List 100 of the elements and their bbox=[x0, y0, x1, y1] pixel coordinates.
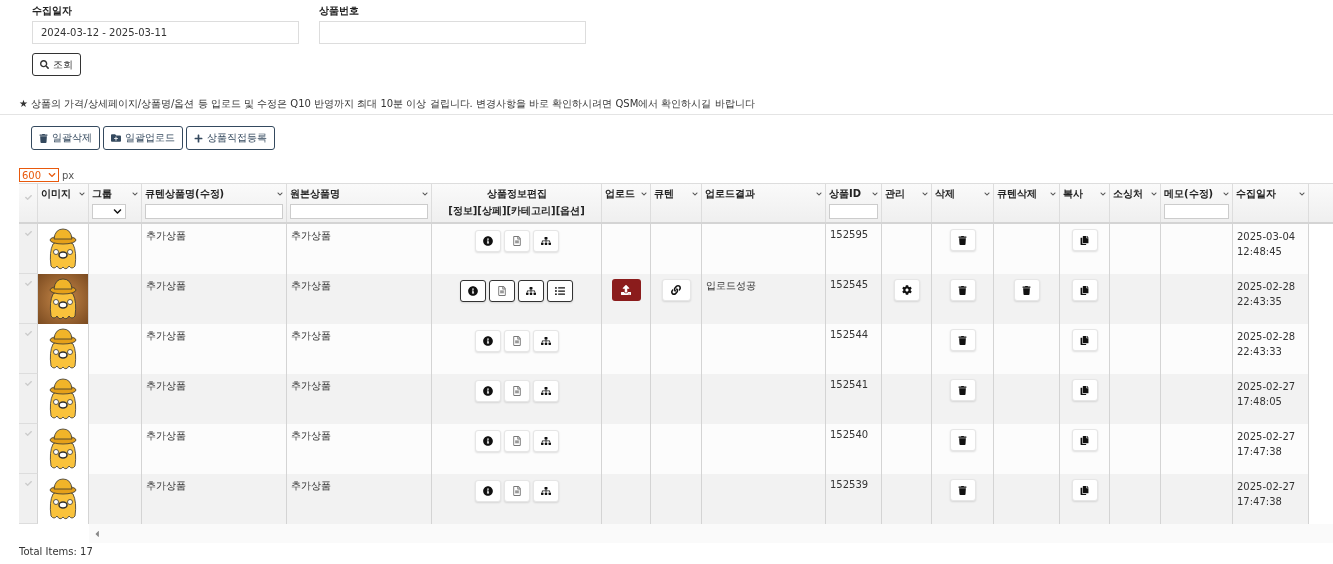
copy-button[interactable] bbox=[1071, 479, 1098, 501]
table-cell: 추가상품 bbox=[291, 379, 331, 393]
column-header[interactable]: 소싱처 bbox=[1113, 187, 1143, 201]
search-button[interactable]: 조회 bbox=[32, 53, 81, 76]
table-cell: 추가상품 bbox=[146, 279, 186, 293]
info-icon bbox=[482, 486, 493, 496]
trash-icon bbox=[958, 435, 967, 445]
action-button[interactable]: 일괄업로드 bbox=[103, 126, 183, 150]
plus-icon bbox=[194, 133, 203, 143]
column-header[interactable]: 이미지 bbox=[41, 187, 71, 201]
row-checkbox[interactable] bbox=[19, 424, 38, 474]
check-icon bbox=[24, 380, 32, 387]
edit-button[interactable] bbox=[547, 280, 573, 302]
copy-icon bbox=[1080, 485, 1089, 495]
table-cell: 152539 bbox=[830, 479, 869, 490]
table-cell: 추가상품 bbox=[146, 479, 186, 493]
column-header[interactable]: 큐텐상품명(수정) bbox=[145, 187, 225, 201]
copy-icon bbox=[1080, 285, 1089, 295]
column-header[interactable]: 원본상품명 bbox=[290, 187, 340, 201]
document-icon bbox=[511, 436, 522, 446]
table-cell-text: 2025-02-28 22:43:35 bbox=[1237, 280, 1297, 309]
column-header[interactable]: 수집일자 bbox=[1236, 187, 1276, 201]
filter-field[interactable] bbox=[290, 204, 428, 219]
copy-button[interactable] bbox=[1071, 229, 1098, 251]
document-icon bbox=[511, 486, 522, 496]
column-subheader: [정보][상페][카테고리][옵션] bbox=[448, 204, 585, 218]
field-label: 수집일자 bbox=[32, 4, 73, 18]
column-header[interactable]: 관리 bbox=[885, 187, 905, 201]
delete-button[interactable] bbox=[949, 229, 976, 251]
document-icon bbox=[511, 236, 522, 246]
chevron-down-icon[interactable] bbox=[1299, 191, 1305, 197]
row-checkbox[interactable] bbox=[19, 224, 38, 274]
scrollbar[interactable] bbox=[89, 524, 1333, 543]
action-button[interactable]: 일괄삭제 bbox=[31, 126, 100, 150]
chevron-down-icon[interactable] bbox=[984, 191, 990, 197]
chevron-down-icon[interactable] bbox=[641, 191, 647, 197]
edit-button[interactable] bbox=[518, 280, 544, 302]
column-header[interactable]: 메모(수정) bbox=[1164, 187, 1214, 201]
tree-icon bbox=[540, 386, 551, 396]
chevron-down-icon[interactable] bbox=[692, 191, 698, 197]
filter-select[interactable] bbox=[92, 204, 126, 219]
chevron-down-icon[interactable] bbox=[1151, 191, 1157, 197]
chevron-down-icon[interactable] bbox=[872, 191, 878, 197]
tree-icon bbox=[526, 286, 536, 296]
column-header[interactable]: 그룹 bbox=[92, 187, 112, 201]
upload-button[interactable] bbox=[611, 279, 641, 301]
filter-field[interactable] bbox=[145, 204, 283, 219]
trash-icon bbox=[958, 335, 967, 345]
search-field[interactable] bbox=[319, 21, 586, 44]
link-icon bbox=[671, 285, 681, 295]
chevron-down-icon[interactable] bbox=[816, 191, 822, 197]
row-checkbox[interactable] bbox=[19, 324, 38, 374]
column-header[interactable]: 업로드 bbox=[605, 187, 635, 201]
chevron-down-icon[interactable] bbox=[277, 191, 283, 197]
action-button[interactable]: 상품직접등록 bbox=[186, 126, 275, 150]
copy-icon bbox=[1080, 435, 1089, 445]
column-header[interactable]: 큐텐삭제 bbox=[997, 187, 1037, 201]
link-button[interactable] bbox=[661, 279, 691, 301]
row-checkbox[interactable] bbox=[19, 474, 38, 524]
row-checkbox[interactable] bbox=[19, 374, 38, 424]
row-checkbox[interactable] bbox=[19, 274, 38, 324]
column-header[interactable]: 업로드결과 bbox=[705, 187, 755, 201]
delete-button[interactable] bbox=[949, 429, 976, 451]
delete-button[interactable] bbox=[949, 479, 976, 501]
column-header[interactable]: 상품정보편집 bbox=[486, 187, 547, 201]
settings-button[interactable] bbox=[893, 279, 920, 301]
upload-icon bbox=[621, 285, 631, 295]
delete-button[interactable] bbox=[1013, 279, 1040, 301]
tree-icon bbox=[540, 236, 551, 246]
copy-button[interactable] bbox=[1071, 379, 1098, 401]
chevron-down-icon[interactable] bbox=[132, 191, 138, 197]
chevron-down-icon[interactable] bbox=[79, 191, 85, 197]
filter-field[interactable] bbox=[829, 204, 878, 219]
edit-button[interactable] bbox=[489, 280, 515, 302]
copy-button[interactable] bbox=[1071, 329, 1098, 351]
search-field[interactable]: 2024-03-12 - 2025-03-11 bbox=[32, 21, 299, 44]
copy-button[interactable] bbox=[1071, 429, 1098, 451]
chevron-down-icon[interactable] bbox=[922, 191, 928, 197]
column-header[interactable]: 상품ID bbox=[829, 187, 862, 201]
info-icon bbox=[468, 286, 478, 296]
chevron-down-icon[interactable] bbox=[1223, 191, 1229, 197]
chevron-down-icon[interactable] bbox=[422, 191, 428, 197]
tree-icon bbox=[540, 436, 551, 446]
delete-button[interactable] bbox=[949, 329, 976, 351]
table-cell: 입로드성공 bbox=[706, 279, 756, 293]
edit-button[interactable] bbox=[460, 280, 486, 302]
notice-text: ★ 상품의 가격/상세페이지/상품명/옵션 등 입로드 및 수정은 Q10 반영까지 최대 10분 이상 걸립니다. 변경사항을 바로 확인하시려면 QSM에서 확인하시길 바랍니다 bbox=[0, 97, 1333, 115]
chevron-down-icon[interactable] bbox=[1100, 191, 1106, 197]
delete-button[interactable] bbox=[949, 279, 976, 301]
column-header[interactable]: 큐텐 bbox=[654, 187, 674, 201]
document-icon bbox=[511, 336, 522, 346]
delete-button[interactable] bbox=[949, 379, 976, 401]
copy-button[interactable] bbox=[1071, 279, 1098, 301]
column-header[interactable]: 복사 bbox=[1063, 187, 1083, 201]
field-label: 상품번호 bbox=[319, 4, 360, 18]
filter-field[interactable] bbox=[1164, 204, 1229, 219]
column-header[interactable]: 삭제 bbox=[935, 187, 955, 201]
chevron-down-icon[interactable] bbox=[1050, 191, 1056, 197]
size-select[interactable]: 600 bbox=[19, 168, 59, 182]
table-cell: 152541 bbox=[830, 379, 869, 390]
